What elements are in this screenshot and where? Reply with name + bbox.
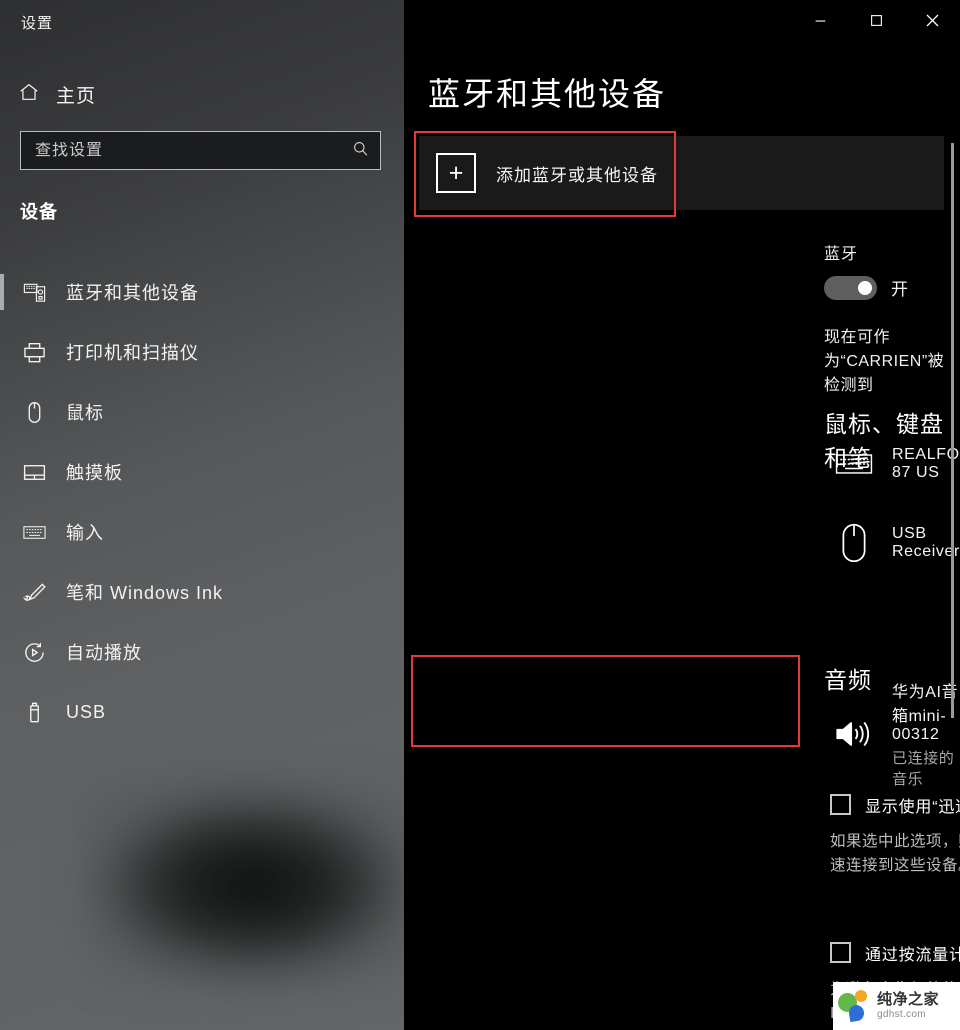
option-title: 显示使用“迅速配对”进行连接的通知	[865, 799, 960, 816]
device-row-speaker[interactable]: 华为AI音箱mini-00312 已连接的音乐	[832, 678, 960, 789]
sidebar-item-label: 触摸板	[66, 463, 123, 483]
option-title: 通过按流量计费的连接下载	[865, 947, 960, 964]
device-status: 已连接的音乐	[892, 750, 955, 788]
device-row-mouse[interactable]: USB Receiver	[832, 522, 960, 564]
app-title: 设置	[21, 15, 54, 32]
sidebar-item-mouse[interactable]: 鼠标	[0, 382, 404, 442]
sidebar-item-label: 自动播放	[66, 643, 142, 663]
window-controls	[792, 0, 960, 40]
bluetooth-devices-icon	[20, 280, 48, 305]
close-button[interactable]	[904, 0, 960, 40]
minimize-button[interactable]	[792, 0, 848, 40]
sidebar-item-touchpad[interactable]: 触摸板	[0, 442, 404, 502]
sidebar-item-home[interactable]: 主页	[18, 77, 96, 111]
option-fast-pair: 显示使用“迅速配对”进行连接的通知 如果选中此选项，则可以在受支持的蓝牙设备位于…	[830, 793, 960, 878]
add-device-button[interactable]: + 添加蓝牙或其他设备	[419, 136, 944, 210]
bluetooth-toggle-state: 开	[891, 280, 909, 299]
bluetooth-toggle[interactable]	[824, 275, 877, 300]
home-icon	[18, 81, 40, 108]
device-name: REALFORCE 87 US	[892, 446, 960, 481]
mouse-icon	[832, 522, 876, 564]
device-row-keyboard[interactable]: REALFORCE 87 US	[832, 446, 960, 482]
watermark-cn-text: 纯净之家	[877, 991, 940, 1009]
sidebar-item-label: 蓝牙和其他设备	[66, 283, 199, 303]
checkbox-fast-pair[interactable]	[830, 794, 851, 815]
speaker-icon	[832, 717, 876, 751]
usb-icon	[20, 700, 48, 725]
page-title: 蓝牙和其他设备	[428, 76, 667, 112]
watermark-en-text: gdhst.com	[877, 1008, 926, 1020]
sidebar-item-pen-windows-ink[interactable]: 笔和 Windows Ink	[0, 562, 404, 622]
watermark-logo-icon	[838, 988, 872, 1024]
sidebar-item-printers[interactable]: 打印机和扫描仪	[0, 322, 404, 382]
device-name: 华为AI音箱mini-00312	[892, 684, 959, 743]
option-description: 如果选中此选项，则可以在受支持的蓝牙设备位于附近且处于配对模式时快速连接到这些设…	[830, 833, 960, 875]
pen-icon	[20, 580, 48, 605]
sidebar-item-typing[interactable]: 输入	[0, 502, 404, 562]
sidebar: 设置 主页 设备	[0, 0, 404, 1030]
touchpad-icon	[20, 460, 48, 485]
plus-icon: +	[436, 153, 476, 193]
settings-window: 设置 主页 设备	[0, 0, 960, 1030]
sidebar-item-bluetooth-devices[interactable]: 蓝牙和其他设备	[0, 262, 404, 322]
sidebar-blurred-region	[88, 790, 404, 980]
keyboard-icon	[832, 451, 876, 477]
sidebar-item-label: USB	[66, 701, 107, 722]
sidebar-item-usb[interactable]: USB	[0, 682, 404, 742]
sidebar-item-autoplay[interactable]: 自动播放	[0, 622, 404, 682]
device-name: USB Receiver	[892, 525, 960, 560]
vertical-scrollbar[interactable]	[951, 143, 954, 718]
search-input[interactable]	[35, 141, 351, 160]
keyboard-icon	[20, 520, 48, 545]
sidebar-section-title: 设备	[20, 202, 58, 222]
printer-icon	[20, 340, 48, 365]
maximize-button[interactable]	[848, 0, 904, 40]
mouse-icon	[20, 400, 48, 425]
checkbox-metered-download[interactable]	[830, 942, 851, 963]
sidebar-nav: 蓝牙和其他设备 打印机和扫描仪 鼠标 触摸板 输入 笔和 Windows Ink…	[0, 262, 404, 742]
toggle-knob	[858, 280, 872, 295]
search-icon[interactable]	[351, 139, 370, 163]
bluetooth-discoverable-text: 现在可作为“CARRIEN”被检测到	[824, 329, 945, 394]
main-content: 蓝牙和其他设备 + 添加蓝牙或其他设备 蓝牙 开 现在可作为“CARRIEN”被…	[404, 0, 960, 1030]
search-box[interactable]	[20, 131, 381, 170]
sidebar-item-label: 鼠标	[66, 403, 104, 423]
bluetooth-label: 蓝牙	[824, 246, 859, 263]
bluetooth-toggle-row[interactable]: 开	[824, 275, 909, 300]
sidebar-home-label: 主页	[56, 85, 97, 107]
sidebar-item-label: 笔和 Windows Ink	[66, 583, 224, 603]
autoplay-icon	[20, 640, 48, 665]
sidebar-item-label: 输入	[66, 523, 104, 543]
sidebar-item-label: 打印机和扫描仪	[66, 343, 199, 363]
watermark: 纯净之家 gdhst.com	[833, 982, 960, 1030]
add-device-label: 添加蓝牙或其他设备	[496, 165, 658, 185]
